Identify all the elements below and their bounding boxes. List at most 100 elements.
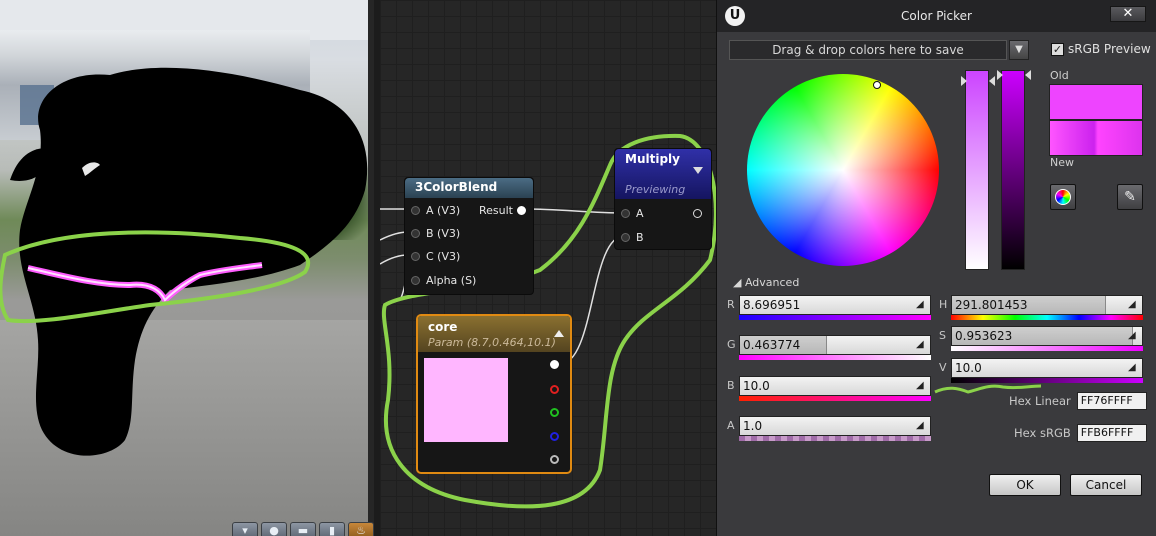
pin-c[interactable]: C (V3) bbox=[411, 250, 460, 263]
field-label: G bbox=[727, 338, 736, 351]
v-input[interactable]: 10.0 ◢ bbox=[951, 358, 1143, 378]
spin-grip-icon[interactable]: ◢ bbox=[1128, 298, 1140, 312]
pin-label: C (V3) bbox=[426, 250, 461, 263]
node-core-param[interactable]: core Param (8.7,0.464,10.1) bbox=[416, 314, 572, 474]
spin-grip-icon[interactable]: ◢ bbox=[916, 298, 928, 312]
pin-label: B bbox=[636, 231, 644, 244]
spin-grip-icon[interactable]: ◢ bbox=[916, 379, 928, 393]
spin-grip-icon[interactable]: ◢ bbox=[916, 419, 928, 433]
r-input[interactable]: 8.696951 ◢ bbox=[739, 295, 931, 315]
output-pin-r[interactable] bbox=[550, 385, 559, 394]
node-header: Multiply Previewing bbox=[615, 149, 711, 199]
a-input[interactable]: 1.0 ◢ bbox=[739, 416, 931, 436]
preview-mesh bbox=[0, 67, 368, 456]
cylinder-icon[interactable]: ▮ bbox=[319, 522, 345, 536]
spin-grip-icon[interactable]: ◢ bbox=[916, 338, 928, 352]
result-pin[interactable] bbox=[517, 206, 526, 215]
checkbox-icon[interactable]: ✓ bbox=[1051, 42, 1064, 56]
hex-linear-label: Hex Linear bbox=[1009, 394, 1071, 408]
field-label: A bbox=[727, 419, 735, 432]
hex-srgb-row: Hex sRGB FFB6FFFF bbox=[1014, 424, 1147, 442]
field-value: 291.801453 bbox=[955, 298, 1028, 312]
pin-label: Alpha (S) bbox=[426, 274, 477, 287]
hex-linear-input[interactable]: FF76FFFF bbox=[1076, 392, 1147, 410]
teapot-icon[interactable]: ♨ bbox=[348, 522, 374, 536]
output-pin-a[interactable] bbox=[550, 455, 559, 464]
expand-arrow-icon: ◢ bbox=[733, 276, 742, 289]
sphere-icon[interactable]: ● bbox=[261, 522, 287, 536]
eyedropper-button[interactable]: ✎ bbox=[1117, 184, 1143, 210]
color-wheel-selector[interactable] bbox=[873, 81, 881, 89]
srgb-preview-toggle[interactable]: ✓ sRGB Preview bbox=[1051, 42, 1151, 56]
hex-linear-row: Hex Linear FF76FFFF bbox=[1009, 392, 1147, 410]
pin-alpha[interactable]: Alpha (S) bbox=[411, 274, 476, 287]
hex-srgb-input[interactable]: FFB6FFFF bbox=[1076, 424, 1147, 442]
pin-icon[interactable] bbox=[621, 209, 630, 218]
spin-grip-icon[interactable]: ◢ bbox=[1128, 361, 1140, 375]
g-gradient-bar bbox=[739, 355, 931, 360]
g-input[interactable]: 0.463774 ◢ bbox=[739, 335, 931, 355]
field-label: R bbox=[727, 298, 735, 311]
output-pin[interactable] bbox=[693, 209, 702, 218]
pin-label: A bbox=[636, 207, 644, 220]
dropdown-arrow-icon[interactable]: ▼ bbox=[1009, 40, 1029, 60]
material-graph[interactable]: 3ColorBlend A (V3) B (V3) C (V3) Alpha (… bbox=[380, 0, 716, 536]
color-wheel[interactable] bbox=[747, 74, 939, 266]
node-title: Multiply bbox=[625, 152, 680, 166]
spin-grip-icon[interactable]: ◢ bbox=[1128, 329, 1140, 343]
saturation-slider[interactable] bbox=[965, 70, 989, 270]
a-gradient-bar bbox=[739, 436, 931, 441]
slider-marker-icon[interactable] bbox=[1025, 70, 1031, 80]
b-input[interactable]: 10.0 ◢ bbox=[739, 376, 931, 396]
color-wheel-mode-button[interactable] bbox=[1050, 184, 1076, 210]
material-preview-viewport[interactable]: ▾ ● ▬ ▮ ♨ bbox=[0, 0, 374, 536]
node-subtitle: Param (8.7,0.464,10.1) bbox=[428, 336, 556, 349]
field-value: 8.696951 bbox=[743, 298, 801, 312]
output-pin-b[interactable] bbox=[550, 432, 559, 441]
pin-icon[interactable] bbox=[411, 229, 420, 238]
pin-b[interactable]: B bbox=[621, 231, 644, 244]
h-input[interactable]: 291.801453 ◢ bbox=[951, 295, 1143, 315]
slider-marker-icon[interactable] bbox=[997, 70, 1003, 80]
s-input[interactable]: 0.953623 ◢ bbox=[951, 326, 1143, 346]
node-title: core bbox=[428, 320, 458, 334]
field-value: 0.463774 bbox=[743, 338, 801, 352]
output-pin-rgb[interactable] bbox=[550, 360, 559, 369]
pin-label: B (V3) bbox=[426, 227, 461, 240]
node-multiply[interactable]: Multiply Previewing A B bbox=[614, 148, 712, 250]
output-pin-g[interactable] bbox=[550, 408, 559, 417]
pin-label: A (V3) bbox=[426, 204, 461, 217]
pin-a[interactable]: A bbox=[621, 207, 644, 220]
pin-icon[interactable] bbox=[621, 233, 630, 242]
ok-button[interactable]: OK bbox=[989, 474, 1061, 496]
collapse-arrow-icon[interactable] bbox=[693, 167, 703, 174]
slider-marker-icon[interactable] bbox=[989, 76, 995, 86]
dialog-titlebar[interactable]: U Color Picker ✕ bbox=[717, 0, 1156, 32]
value-slider[interactable] bbox=[1001, 70, 1025, 270]
field-label: H bbox=[939, 298, 948, 311]
plane-icon[interactable]: ▬ bbox=[290, 522, 316, 536]
pin-icon[interactable] bbox=[411, 206, 420, 215]
field-label: V bbox=[939, 361, 947, 374]
result-label: Result bbox=[479, 204, 513, 217]
pin-icon[interactable] bbox=[411, 276, 420, 285]
node-3colorblend[interactable]: 3ColorBlend A (V3) B (V3) C (V3) Alpha (… bbox=[404, 177, 534, 295]
node-header: core Param (8.7,0.464,10.1) bbox=[418, 316, 570, 352]
close-button[interactable]: ✕ bbox=[1110, 6, 1146, 22]
pin-icon[interactable] bbox=[411, 252, 420, 261]
pin-a[interactable]: A (V3) bbox=[411, 204, 460, 217]
color-swatch[interactable] bbox=[424, 358, 508, 442]
hex-srgb-label: Hex sRGB bbox=[1014, 426, 1071, 440]
viewport-toolbar: ▾ ● ▬ ▮ ♨ bbox=[232, 522, 374, 536]
color-picker-dialog: U Color Picker ✕ Drag & drop colors here… bbox=[716, 0, 1156, 536]
cancel-button[interactable]: Cancel bbox=[1070, 474, 1142, 496]
collapse-arrow-icon[interactable] bbox=[554, 330, 564, 337]
color-wheel-icon bbox=[1055, 189, 1071, 205]
r-gradient-bar bbox=[739, 315, 931, 320]
field-value: 1.0 bbox=[743, 419, 763, 433]
color-save-dropzone[interactable]: Drag & drop colors here to save bbox=[729, 40, 1007, 60]
slider-marker-icon[interactable] bbox=[961, 76, 967, 86]
view-mode-icon[interactable]: ▾ bbox=[232, 522, 258, 536]
advanced-section-toggle[interactable]: ◢ Advanced bbox=[733, 276, 799, 289]
pin-b[interactable]: B (V3) bbox=[411, 227, 460, 240]
